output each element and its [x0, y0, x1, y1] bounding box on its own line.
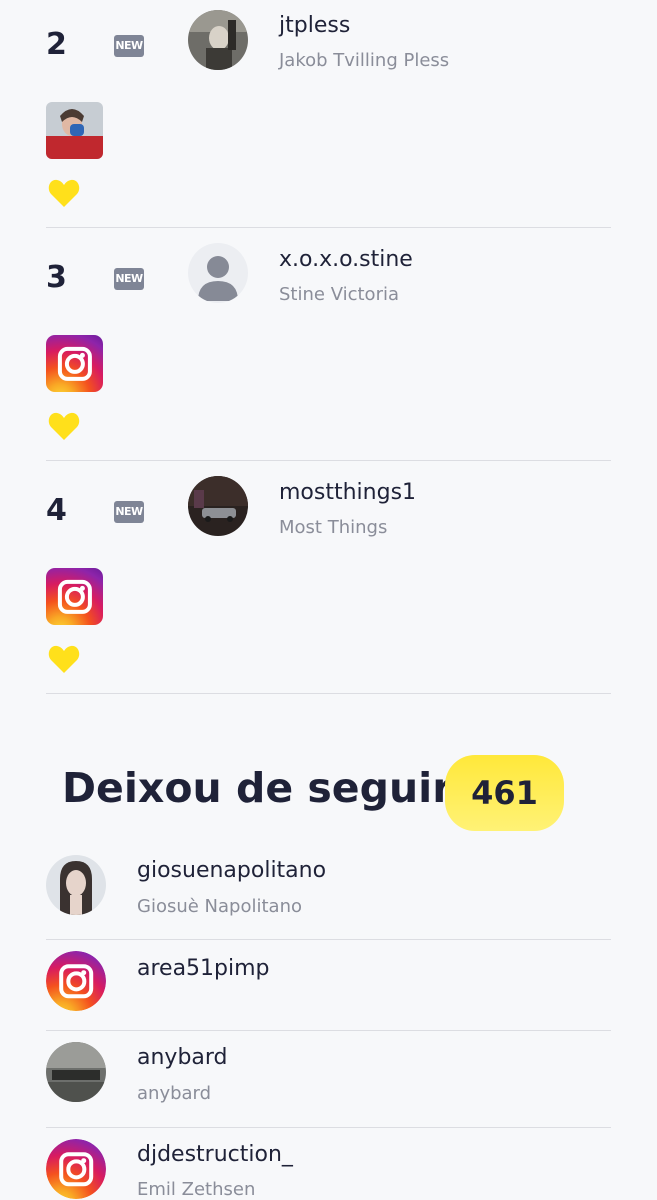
full-name: Stine Victoria [279, 284, 400, 305]
heart-icon[interactable] [48, 644, 80, 674]
default-user-avatar-icon[interactable] [188, 243, 248, 303]
username[interactable]: area51pimp [137, 956, 270, 981]
username[interactable]: djdestruction_ [137, 1142, 293, 1167]
ranked-entry[interactable]: 2 NEW jtpless Jakob Tvilling Pless [46, 0, 611, 228]
new-badge: NEW [114, 501, 144, 523]
list-item[interactable]: area51pimp [46, 940, 611, 1031]
instagram-icon[interactable] [46, 335, 103, 392]
instagram-icon[interactable] [46, 568, 103, 625]
instagram-icon[interactable] [46, 951, 106, 1011]
username[interactable]: mostthings1 [279, 480, 416, 505]
avatar[interactable] [46, 855, 106, 915]
username[interactable]: giosuenapolitano [137, 858, 326, 883]
new-badge: NEW [114, 35, 144, 57]
ranked-entry[interactable]: 3 NEW x.o.x.o.stine Stine Victoria [46, 228, 611, 461]
full-name: Emil Zethsen [137, 1179, 256, 1200]
username[interactable]: jtpless [279, 13, 350, 38]
rank-number: 2 [46, 27, 67, 62]
rank-number: 4 [46, 493, 67, 528]
heart-icon[interactable] [48, 178, 80, 208]
username[interactable]: x.o.x.o.stine [279, 247, 413, 272]
instagram-icon[interactable] [46, 1139, 106, 1199]
list-item[interactable]: djdestruction_ Emil Zethsen [46, 1128, 611, 1200]
full-name: Giosuè Napolitano [137, 896, 302, 917]
avatar[interactable] [188, 10, 248, 70]
section-title: Deixou de seguir [62, 764, 453, 812]
username[interactable]: anybard [137, 1045, 228, 1070]
list-item[interactable]: giosuenapolitano Giosuè Napolitano [46, 846, 611, 940]
full-name: Jakob Tvilling Pless [279, 50, 450, 71]
divider [46, 693, 611, 694]
avatar[interactable] [46, 1042, 106, 1102]
unfollowed-count-badge: 461 [445, 755, 564, 831]
post-thumbnail[interactable] [46, 102, 103, 159]
full-name: Most Things [279, 517, 388, 538]
list-item[interactable]: anybard anybard [46, 1031, 611, 1128]
page: 2 NEW jtpless Jakob Tvilling Pless 3 NEW… [0, 0, 657, 1200]
full-name: anybard [137, 1083, 212, 1104]
heart-icon[interactable] [48, 411, 80, 441]
rank-number: 3 [46, 260, 67, 295]
avatar[interactable] [188, 476, 248, 536]
new-badge: NEW [114, 268, 144, 290]
ranked-entry[interactable]: 4 NEW mostthings1 Most Things [46, 461, 611, 694]
